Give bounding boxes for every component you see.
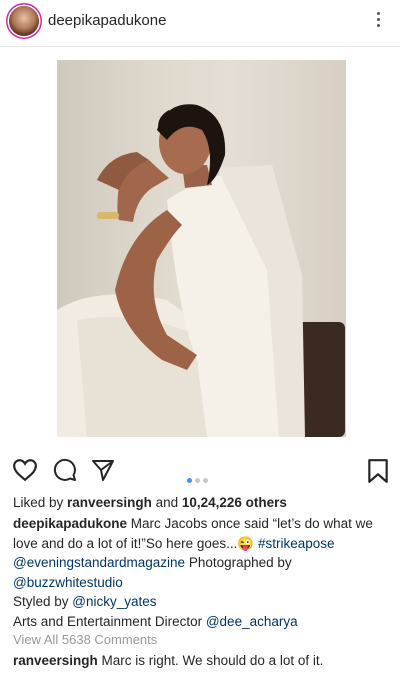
- bookmark-icon[interactable]: [367, 458, 389, 484]
- comment-icon[interactable]: [53, 458, 77, 482]
- likes-line: Liked by ranveersingh and 10,24,226 othe…: [13, 493, 393, 513]
- avatar[interactable]: [9, 6, 39, 36]
- caption-text: Photographed by: [185, 555, 292, 570]
- hashtag-link[interactable]: #strikeapose: [258, 536, 335, 551]
- mention-link[interactable]: @eveningstandardmagazine: [13, 555, 185, 570]
- caption-text: Arts and Entertainment Director: [13, 613, 206, 629]
- heart-icon[interactable]: [12, 458, 38, 482]
- likes-user[interactable]: ranveersingh: [67, 495, 152, 510]
- comment-text: Marc is right. We should do a lot of it.: [97, 653, 324, 668]
- header-username[interactable]: deepikapadukone: [48, 12, 166, 29]
- more-options-icon[interactable]: [372, 10, 384, 32]
- caption-author[interactable]: deepikapadukone: [13, 516, 127, 531]
- mention-link[interactable]: @buzzwhitestudio: [13, 575, 123, 590]
- share-icon[interactable]: [91, 458, 115, 482]
- divider: [0, 46, 400, 47]
- likes-count[interactable]: 10,24,226 others: [182, 495, 287, 510]
- carousel-indicator: [187, 470, 217, 483]
- mention-link[interactable]: @nicky_yates: [72, 594, 156, 609]
- carousel-dot-active: [187, 478, 192, 483]
- post-photo[interactable]: [57, 60, 346, 437]
- comment-user[interactable]: ranveersingh: [13, 653, 98, 668]
- photo-illustration: [57, 104, 345, 437]
- likes-middle: and: [151, 495, 182, 510]
- mention-link[interactable]: @dee_acharya: [206, 614, 298, 629]
- likes-prefix: Liked by: [13, 495, 68, 510]
- carousel-dot: [203, 478, 208, 483]
- carousel-dot: [195, 478, 200, 483]
- caption-text: Styled by: [13, 594, 73, 609]
- view-comments-link[interactable]: View All 5638 Comments: [13, 630, 393, 650]
- caption: deepikapadukone Marc Jacobs once said “l…: [13, 514, 393, 631]
- post-header: deepikapadukone: [0, 0, 400, 44]
- top-comment: ranveersingh Marc is right. We should do…: [13, 651, 393, 671]
